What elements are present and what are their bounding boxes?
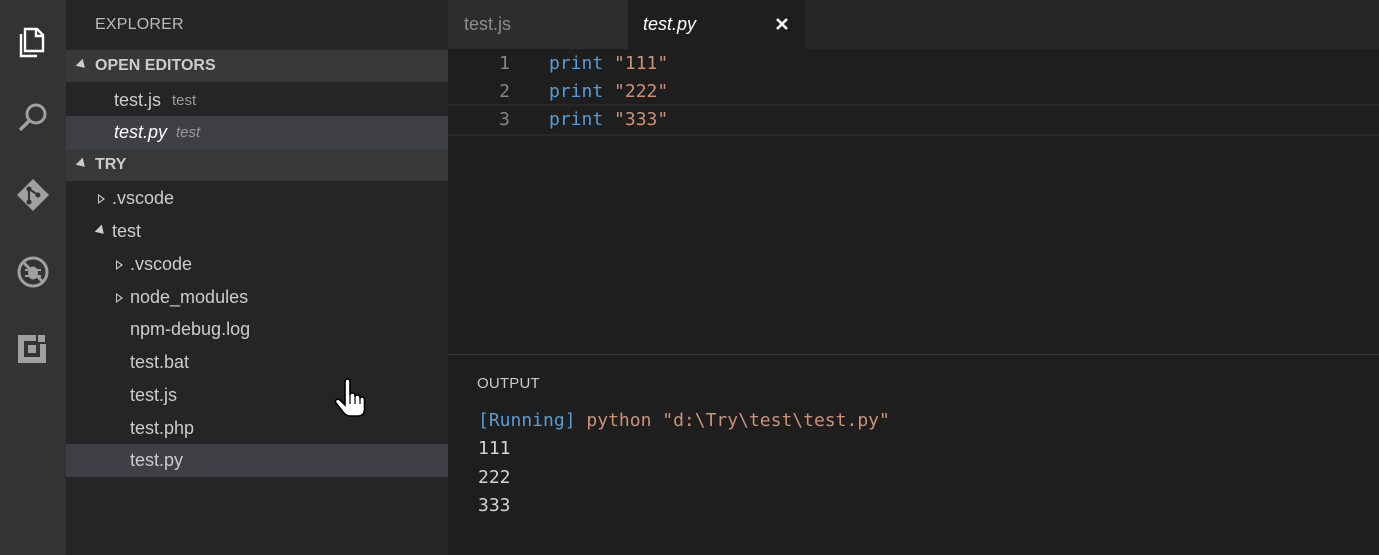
tree-item-label: npm-debug.log xyxy=(130,319,251,339)
code-text: print "111" xyxy=(549,50,668,78)
search-activity-button[interactable] xyxy=(0,88,66,148)
tree-item-file[interactable]: test.php xyxy=(66,412,448,445)
folder-label: TRY xyxy=(95,156,127,173)
tree-item-label: node_modules xyxy=(130,287,249,307)
open-editor-name: test.js xyxy=(114,90,162,110)
line-number: 3 xyxy=(499,109,510,130)
open-editors-label: OPEN EDITORS xyxy=(95,57,216,74)
tree-item-label: test.bat xyxy=(130,352,190,372)
git-icon xyxy=(17,179,49,211)
output-line: 222 xyxy=(478,467,511,488)
code-text: print "333" xyxy=(549,106,668,134)
tree-item-folder[interactable]: test xyxy=(66,215,448,248)
editor-tab-bar: test.js test.py xyxy=(448,0,1379,49)
tree-item-file[interactable]: test.js xyxy=(66,379,448,412)
line-number: 2 xyxy=(499,81,510,102)
extensions-activity-button[interactable] xyxy=(0,318,66,378)
tab-test-py[interactable]: test.py xyxy=(628,0,805,49)
chevron-right-icon xyxy=(98,194,105,204)
activity-bar xyxy=(0,0,66,555)
tree-item-label: test.php xyxy=(130,418,195,438)
code-keyword: print xyxy=(549,53,604,74)
output-running-line: [Running] python "d:\Try\test\test.py" xyxy=(478,407,890,435)
tree-item-label: test.py xyxy=(130,450,184,470)
output-line: 333 xyxy=(478,495,511,516)
output-running-tag: [Running] xyxy=(478,410,576,431)
tree-item-folder[interactable]: .vscode xyxy=(66,182,448,215)
close-tab-button[interactable] xyxy=(771,13,793,35)
search-icon xyxy=(18,103,47,132)
debug-icon xyxy=(17,256,49,288)
open-editors-header[interactable]: OPEN EDITORS xyxy=(66,50,448,82)
code-string: "222" xyxy=(614,81,669,102)
open-editor-item[interactable]: test.py test xyxy=(66,116,448,149)
close-icon xyxy=(776,18,788,30)
output-line: 111 xyxy=(478,438,511,459)
open-editor-desc: test xyxy=(176,124,201,141)
code-keyword: print xyxy=(549,81,604,102)
files-icon xyxy=(19,27,45,58)
tree-item-file[interactable]: test.bat xyxy=(66,346,448,379)
code-text: print "222" xyxy=(549,78,668,106)
source-control-activity-button[interactable] xyxy=(0,165,66,225)
tree-item-label: .vscode xyxy=(112,188,175,208)
tab-label: test.py xyxy=(643,14,697,34)
code-keyword: print xyxy=(549,109,604,130)
tab-test-js[interactable]: test.js xyxy=(448,0,628,49)
tree-item-label: test xyxy=(112,221,142,241)
line-number: 1 xyxy=(499,53,510,74)
extensions-icon xyxy=(18,333,47,363)
output-command: python "d:\Try\test\test.py" xyxy=(586,410,890,431)
code-line: 2 print "222" xyxy=(448,78,1379,106)
tree-item-label: .vscode xyxy=(130,254,193,274)
explorer-activity-button[interactable] xyxy=(0,12,66,72)
chevron-down-icon xyxy=(75,157,89,171)
tree-item-folder[interactable]: node_modules xyxy=(66,281,448,314)
panel-title[interactable]: OUTPUT xyxy=(477,375,540,392)
code-string: "333" xyxy=(614,109,669,130)
sidebar-title: EXPLORER xyxy=(95,16,184,33)
tab-label: test.js xyxy=(464,14,512,34)
open-editor-item[interactable]: test.js test xyxy=(66,84,448,117)
chevron-down-icon xyxy=(94,224,108,238)
chevron-down-icon xyxy=(75,58,89,72)
folder-header[interactable]: TRY xyxy=(66,149,448,181)
code-line: 1 print "111" xyxy=(448,50,1379,78)
tree-item-file[interactable]: npm-debug.log xyxy=(66,313,448,346)
explorer-sidebar: EXPLORER OPEN EDITORS test.js test test.… xyxy=(66,0,448,555)
chevron-right-icon xyxy=(116,260,123,270)
open-editor-desc: test xyxy=(172,92,197,109)
tree-item-label: test.js xyxy=(130,385,178,405)
chevron-right-icon xyxy=(116,293,123,303)
code-string: "111" xyxy=(614,53,669,74)
code-line-current: 3 print "333" xyxy=(448,104,1379,136)
open-editor-name: test.py xyxy=(114,122,168,142)
debug-activity-button[interactable] xyxy=(0,242,66,302)
output-panel: OUTPUT [Running] python "d:\Try\test\tes… xyxy=(448,354,1379,555)
hand-cursor-icon xyxy=(334,378,366,417)
tree-item-file[interactable]: test.py xyxy=(66,444,448,477)
code-editor[interactable]: 1 print "111" 2 print "222" 3 print "333… xyxy=(448,49,1379,354)
tree-item-folder[interactable]: .vscode xyxy=(66,248,448,281)
